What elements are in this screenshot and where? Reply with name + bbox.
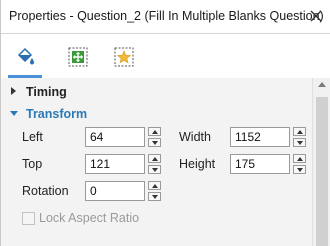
section-transform[interactable]: Transform bbox=[1, 104, 312, 126]
properties-panel: Properties - Question_2 (Fill In Multipl… bbox=[0, 0, 330, 246]
top-input[interactable]: 121 bbox=[85, 154, 145, 174]
rotation-increment-button[interactable] bbox=[148, 181, 161, 190]
lock-aspect-ratio-checkbox[interactable] bbox=[22, 212, 35, 225]
left-decrement-button[interactable] bbox=[148, 138, 161, 147]
scroll-up-icon[interactable] bbox=[318, 82, 326, 87]
width-spin-buttons bbox=[293, 127, 306, 147]
expand-arrow-icon bbox=[11, 87, 16, 95]
title-bar: Properties - Question_2 (Fill In Multipl… bbox=[1, 0, 330, 34]
left-increment-button[interactable] bbox=[148, 127, 161, 136]
top-stepper: 121 bbox=[85, 154, 163, 174]
collapse-arrow-icon bbox=[10, 111, 18, 116]
left-spin-buttons bbox=[148, 127, 161, 147]
left-label: Left bbox=[22, 130, 43, 144]
top-increment-button[interactable] bbox=[148, 154, 161, 163]
layout-icon[interactable] bbox=[67, 46, 89, 68]
width-stepper: 1152 bbox=[230, 127, 308, 147]
scrollbar-thumb[interactable] bbox=[316, 97, 328, 246]
close-icon[interactable] bbox=[309, 9, 323, 23]
width-decrement-button[interactable] bbox=[293, 138, 306, 147]
section-timing-label: Timing bbox=[26, 85, 67, 99]
lock-aspect-ratio-label: Lock Aspect Ratio bbox=[39, 211, 140, 225]
rotation-label: Rotation bbox=[22, 184, 69, 198]
height-label: Height bbox=[179, 157, 216, 171]
width-increment-button[interactable] bbox=[293, 127, 306, 136]
animation-icon[interactable] bbox=[113, 46, 135, 68]
height-decrement-button[interactable] bbox=[293, 165, 306, 174]
rotation-input[interactable]: 0 bbox=[85, 181, 145, 201]
rotation-spin-buttons bbox=[148, 181, 161, 201]
section-transform-label: Transform bbox=[26, 107, 88, 121]
height-spin-buttons bbox=[293, 154, 306, 174]
properties-content: Timing Transform Left 64 Width 1152 Top bbox=[1, 78, 312, 246]
left-stepper: 64 bbox=[85, 127, 163, 147]
width-input[interactable]: 1152 bbox=[230, 127, 290, 147]
top-label: Top bbox=[22, 157, 43, 171]
vertical-scrollbar[interactable] bbox=[312, 78, 330, 246]
section-timing[interactable]: Timing bbox=[1, 82, 312, 104]
height-stepper: 175 bbox=[230, 154, 308, 174]
top-decrement-button[interactable] bbox=[148, 165, 161, 174]
fill-icon[interactable] bbox=[14, 46, 36, 68]
rotation-stepper: 0 bbox=[85, 181, 163, 201]
left-input[interactable]: 64 bbox=[85, 127, 145, 147]
properties-toolbar bbox=[1, 34, 330, 78]
width-label: Width bbox=[179, 130, 211, 144]
panel-title: Properties - Question_2 (Fill In Multipl… bbox=[9, 9, 324, 23]
top-spin-buttons bbox=[148, 154, 161, 174]
height-increment-button[interactable] bbox=[293, 154, 306, 163]
height-input[interactable]: 175 bbox=[230, 154, 290, 174]
rotation-decrement-button[interactable] bbox=[148, 192, 161, 201]
